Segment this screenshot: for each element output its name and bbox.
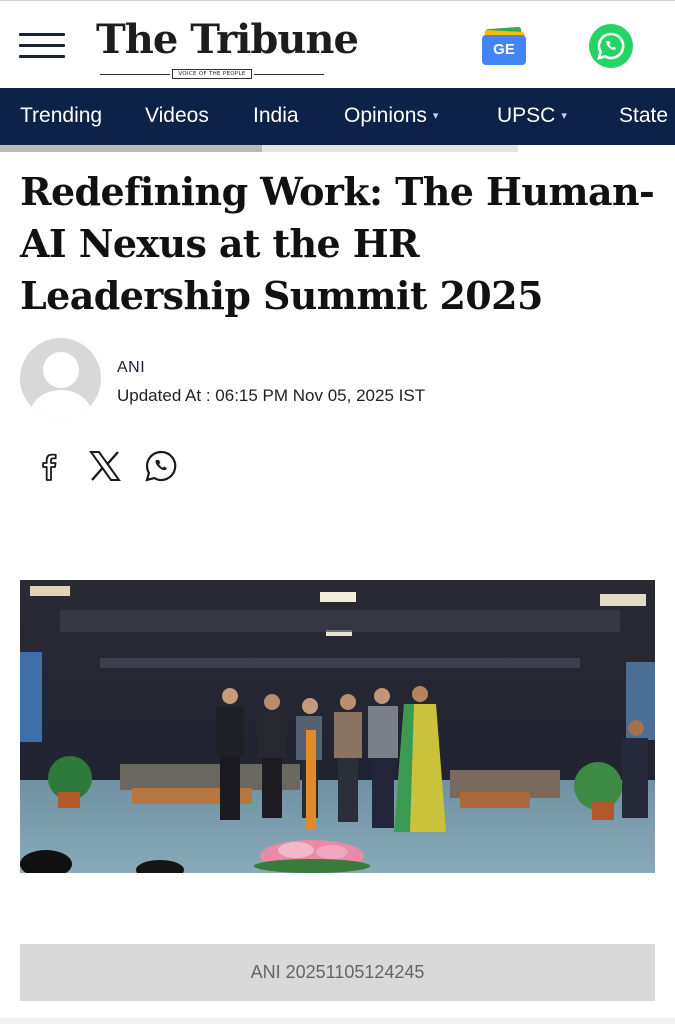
nav-label: Opinions — [344, 104, 427, 127]
logo-tagline: VOICE OF THE PEOPLE — [172, 69, 252, 79]
article-headline: Redefining Work: The Human-AI Nexus at t… — [20, 169, 655, 318]
nav-scroll-indicator — [0, 145, 518, 152]
author-avatar — [20, 338, 101, 419]
divider — [0, 1018, 675, 1024]
nav-item-state[interactable]: State — [619, 88, 668, 145]
author-name[interactable]: ANI — [117, 359, 145, 377]
site-header: The Tribune VOICE OF THE PEOPLE GE — [0, 0, 675, 88]
event-stage-photo — [20, 580, 655, 873]
facebook-icon[interactable] — [30, 447, 68, 485]
nav-label: Trending — [20, 104, 103, 127]
image-caption: ANI 20251105124245 — [20, 944, 655, 1001]
chevron-down-icon: ▾ — [432, 110, 439, 122]
site-logo[interactable]: The Tribune VOICE OF THE PEOPLE — [96, 15, 359, 81]
chevron-down-icon: ▾ — [561, 110, 567, 122]
nav-item-trending[interactable]: Trending — [20, 88, 102, 145]
nav-label: UPSC — [497, 104, 556, 127]
main-nav: Trending Videos India Opinions ▾ UPSC ▾ St… — [0, 88, 675, 145]
logo-title: The Tribune — [96, 16, 359, 63]
article-photo[interactable] — [20, 580, 655, 873]
menu-icon[interactable] — [19, 31, 65, 61]
nav-item-india[interactable]: India — [253, 88, 299, 145]
google-news-icon[interactable]: GE — [480, 26, 528, 66]
nav-label: India — [253, 104, 299, 127]
google-news-label: GE — [493, 41, 515, 58]
nav-item-videos[interactable]: Videos — [145, 88, 209, 145]
x-icon[interactable] — [86, 447, 124, 485]
nav-label: Videos — [145, 104, 209, 127]
updated-timestamp: Updated At : 06:15 PM Nov 05, 2025 IST — [117, 386, 426, 405]
whatsapp-icon[interactable] — [589, 24, 633, 68]
nav-label: State — [619, 104, 669, 127]
nav-item-upsc[interactable]: UPSC ▾ — [497, 88, 567, 145]
nav-item-opinions[interactable]: Opinions ▾ — [344, 88, 438, 145]
whatsapp-share-icon[interactable] — [142, 447, 180, 485]
